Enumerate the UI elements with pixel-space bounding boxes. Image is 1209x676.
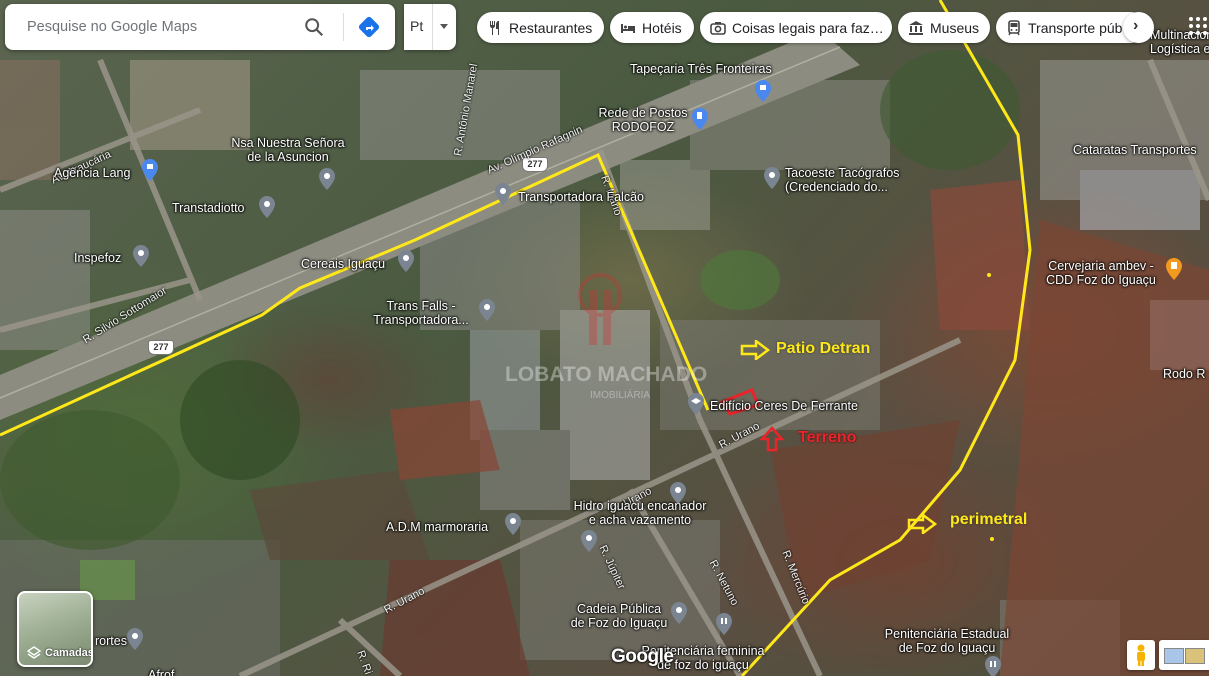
annotation-dot bbox=[990, 537, 994, 541]
watermark-logo bbox=[575, 270, 625, 360]
place-label[interactable]: A.D.M marmoraria bbox=[386, 520, 488, 534]
place-pin-icon[interactable] bbox=[127, 628, 143, 650]
watermark-subtext: IMOBILIÁRIA bbox=[590, 390, 651, 401]
annotation-arrow-right-icon bbox=[740, 340, 770, 360]
place-label[interactable]: Trans Falls - Transportadora... bbox=[360, 299, 482, 327]
pegman-icon bbox=[1137, 644, 1145, 666]
watermark-text: LOBATO MACHADO bbox=[505, 363, 708, 386]
street-view-pegman[interactable] bbox=[1127, 640, 1155, 670]
place-label[interactable]: rortes bbox=[95, 634, 127, 648]
chevron-right-icon: › bbox=[1133, 17, 1139, 34]
search-icon[interactable] bbox=[303, 16, 325, 38]
bar-pin-icon[interactable] bbox=[1166, 258, 1182, 280]
chip-hotels[interactable]: Hotéis bbox=[610, 12, 694, 43]
place-label[interactable]: Transportadora Falcão bbox=[518, 190, 644, 204]
annotation-arrow-up-icon bbox=[760, 426, 784, 452]
hotel-icon bbox=[621, 23, 635, 33]
divider bbox=[432, 4, 433, 50]
transit-icon bbox=[1008, 19, 1020, 35]
place-pin-icon[interactable] bbox=[581, 530, 597, 552]
place-pin-icon[interactable] bbox=[319, 168, 335, 190]
government-pin-icon[interactable] bbox=[716, 613, 732, 635]
chip-label: Transporte púb bbox=[1028, 19, 1123, 36]
place-pin-icon[interactable] bbox=[670, 482, 686, 504]
thumbnail-terrain[interactable] bbox=[1185, 648, 1205, 664]
chip-label: Coisas legais para faz… bbox=[732, 19, 884, 36]
apps-grid-icon[interactable] bbox=[1188, 16, 1208, 36]
chip-label: Hotéis bbox=[642, 19, 682, 36]
thumbnail-map[interactable] bbox=[1164, 648, 1184, 664]
place-pin-icon[interactable] bbox=[259, 196, 275, 218]
route-shield: 277 bbox=[148, 340, 174, 355]
government-pin-icon[interactable] bbox=[985, 656, 1001, 676]
chip-label: Restaurantes bbox=[509, 19, 593, 36]
layers-button[interactable]: Camadas bbox=[17, 591, 93, 667]
satellite-map[interactable]: LOBATO MACHADO IMOBILIÁRIA 277 277 Av. A… bbox=[0, 0, 1209, 676]
place-pin-icon[interactable] bbox=[479, 299, 495, 321]
place-pin-icon[interactable] bbox=[495, 183, 511, 205]
language-label[interactable]: Pt bbox=[410, 18, 423, 34]
place-label[interactable]: Edifício Ceres De Ferrante bbox=[710, 399, 858, 413]
place-label[interactable]: Cadeia Pública de Foz do Iguaçu bbox=[566, 602, 672, 630]
language-selector[interactable]: Pt bbox=[404, 4, 456, 50]
place-label[interactable]: Tacoeste Tacógrafos (Credenciado do... bbox=[785, 166, 899, 194]
camera-icon bbox=[710, 21, 726, 35]
annotation-arrow-right-icon bbox=[907, 514, 937, 534]
place-label[interactable]: Nsa Nuestra Señora de la Asuncion bbox=[222, 136, 354, 164]
school-pin-icon[interactable] bbox=[688, 393, 704, 415]
place-label[interactable]: Cataratas Transportes bbox=[1073, 143, 1197, 157]
shopping-pin-icon[interactable] bbox=[142, 159, 158, 181]
place-label[interactable]: Afrof bbox=[148, 668, 174, 676]
annotation-patio-detran: Patio Detran bbox=[776, 340, 871, 357]
search-box[interactable]: Pesquise no Google Maps bbox=[5, 4, 395, 50]
search-input[interactable]: Pesquise no Google Maps bbox=[27, 19, 197, 35]
layers-icon bbox=[27, 646, 41, 659]
chip-restaurants[interactable]: Restaurantes bbox=[477, 12, 604, 43]
chevron-down-icon[interactable] bbox=[440, 24, 448, 29]
place-pin-icon[interactable] bbox=[671, 602, 687, 624]
annotation-terreno: Terreno bbox=[798, 429, 857, 446]
chip-museums[interactable]: Museus bbox=[898, 12, 990, 43]
layers-label: Camadas bbox=[45, 647, 93, 659]
restaurant-icon bbox=[490, 20, 499, 35]
place-label[interactable]: Rede de Postos RODOFOZ bbox=[588, 106, 698, 134]
place-pin-icon[interactable] bbox=[133, 245, 149, 267]
chip-label: Museus bbox=[930, 19, 980, 36]
place-label[interactable]: Cereais Iguaçu bbox=[301, 257, 385, 271]
place-label[interactable]: Agência Lang bbox=[54, 166, 130, 180]
chips-next-button[interactable]: › bbox=[1123, 12, 1154, 43]
gas-station-pin-icon[interactable] bbox=[692, 108, 708, 130]
chip-things-to-do[interactable]: Coisas legais para faz… bbox=[700, 12, 892, 43]
place-pin-icon[interactable] bbox=[764, 167, 780, 189]
place-label[interactable]: Cervejaria ambev - CDD Foz do Iguaçu bbox=[1038, 259, 1164, 287]
place-pin-icon[interactable] bbox=[505, 513, 521, 535]
place-label[interactable]: Hidro iguacu encanador e acha vazamento bbox=[560, 499, 720, 527]
annotation-dot bbox=[987, 273, 991, 277]
place-label[interactable]: Penitenciária Estadual de Foz do Iguaçu bbox=[872, 627, 1022, 655]
place-label[interactable]: Tapeçaria Três Fronteiras bbox=[630, 62, 772, 76]
shopping-pin-icon[interactable] bbox=[755, 80, 771, 102]
museum-icon bbox=[909, 20, 923, 35]
google-logo: Google bbox=[611, 646, 674, 667]
imagery-thumbnails[interactable] bbox=[1159, 640, 1209, 670]
place-pin-icon[interactable] bbox=[398, 250, 414, 272]
place-label[interactable]: Transtadiotto bbox=[172, 201, 245, 215]
place-label[interactable]: Rodo R bbox=[1163, 367, 1205, 381]
divider bbox=[343, 13, 344, 41]
place-label[interactable]: Inspefoz bbox=[74, 251, 121, 265]
directions-icon[interactable] bbox=[357, 15, 381, 39]
annotation-perimetral: perimetral bbox=[950, 511, 1028, 528]
